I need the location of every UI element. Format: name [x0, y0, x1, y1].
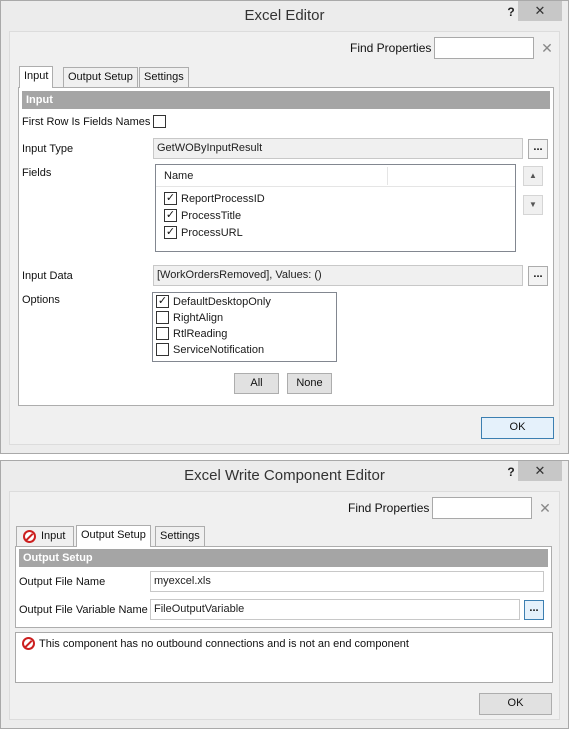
find-properties-input[interactable]: [432, 497, 532, 519]
fields-list[interactable]: Name ✓ ReportProcessID ✓ ProcessTitle ✓ …: [155, 164, 516, 252]
dialog-body: Find Properties ✕ Input Output Setup Set…: [9, 491, 560, 720]
options-label: Options: [22, 294, 60, 306]
input-tab-panel: Input First Row Is Fields Names Input Ty…: [18, 87, 554, 406]
first-row-checkbox[interactable]: [153, 115, 166, 128]
close-button[interactable]: ✕: [518, 1, 562, 21]
title-bar[interactable]: Excel Write Component Editor ? ✕: [1, 461, 568, 491]
error-message: This component has no outbound connectio…: [39, 638, 409, 650]
column-divider: [387, 167, 388, 185]
tab-output-setup[interactable]: Output Setup: [76, 525, 151, 547]
clear-icon[interactable]: ✕: [540, 41, 554, 55]
tab-input[interactable]: Input: [16, 526, 74, 547]
dialog-body: Find Properties ✕ Input Output Setup Set…: [9, 31, 560, 445]
find-properties-label: Find Properties: [348, 501, 430, 515]
find-properties-input[interactable]: [434, 37, 534, 59]
error-icon: [22, 637, 35, 650]
arrow-down-icon[interactable]: ▼: [523, 195, 543, 215]
output-file-variable-browse-button[interactable]: ...: [524, 600, 544, 620]
close-icon: ✕: [534, 3, 546, 18]
arrow-up-icon[interactable]: ▲: [523, 166, 543, 186]
tab-output-setup[interactable]: Output Setup: [63, 67, 138, 88]
option-name: RightAlign: [173, 312, 224, 324]
output-file-name-input[interactable]: myexcel.xls: [150, 571, 544, 592]
find-properties-label: Find Properties: [350, 41, 432, 55]
field-name: ProcessURL: [181, 227, 243, 239]
ok-button[interactable]: OK: [479, 693, 552, 715]
error-icon: [23, 530, 36, 543]
none-button[interactable]: None: [287, 373, 332, 394]
close-icon: ✕: [534, 463, 546, 478]
input-type-field[interactable]: GetWOByInputResult: [153, 138, 523, 159]
options-list[interactable]: ✓ DefaultDesktopOnly RightAlign RtlReadi…: [152, 292, 337, 362]
input-data-browse-button[interactable]: ...: [528, 266, 548, 286]
checkmark-icon[interactable]: ✓: [156, 295, 169, 308]
option-name: ServiceNotification: [173, 344, 265, 356]
checkmark-icon[interactable]: ✓: [164, 226, 177, 239]
window-title: Excel Write Component Editor: [184, 467, 385, 484]
fields-label: Fields: [22, 167, 52, 179]
option-name: RtlReading: [173, 328, 228, 340]
output-setup-tab-panel: Output Setup Output File Name myexcel.xl…: [15, 546, 552, 628]
tab-settings[interactable]: Settings: [155, 526, 205, 547]
input-data-label: Input Data: [22, 270, 73, 282]
tab-input-label: Input: [41, 530, 66, 542]
option-checkbox[interactable]: [156, 343, 169, 356]
excel-write-component-editor-window: Excel Write Component Editor ? ✕ Find Pr…: [0, 460, 569, 729]
input-type-label: Input Type: [22, 143, 74, 155]
input-type-browse-button[interactable]: ...: [528, 139, 548, 159]
option-checkbox[interactable]: [156, 327, 169, 340]
ok-button[interactable]: OK: [481, 417, 554, 439]
tab-input[interactable]: Input: [19, 66, 54, 88]
section-header: Output Setup: [19, 549, 548, 567]
checkmark-icon[interactable]: ✓: [164, 209, 177, 222]
field-name: ProcessTitle: [181, 210, 242, 222]
section-header: Input: [22, 91, 550, 109]
output-file-name-label: Output File Name: [19, 576, 106, 588]
excel-editor-window: Excel Editor ? ✕ Find Properties ✕ Input…: [0, 0, 569, 454]
clear-icon[interactable]: ✕: [538, 501, 552, 515]
fields-list-header: Name: [156, 165, 515, 187]
input-data-field[interactable]: [WorkOrdersRemoved], Values: (): [153, 265, 523, 286]
output-file-variable-label: Output File Variable Name: [19, 604, 148, 616]
window-title: Excel Editor: [244, 7, 325, 24]
option-name: DefaultDesktopOnly: [173, 296, 271, 308]
close-button[interactable]: ✕: [518, 461, 562, 481]
validation-message-box: This component has no outbound connectio…: [15, 632, 553, 683]
field-name: ReportProcessID: [181, 193, 265, 205]
tab-settings[interactable]: Settings: [139, 67, 189, 88]
option-checkbox[interactable]: [156, 311, 169, 324]
checkmark-icon[interactable]: ✓: [164, 192, 177, 205]
all-button[interactable]: All: [234, 373, 279, 394]
title-bar[interactable]: Excel Editor ? ✕: [1, 1, 568, 31]
output-file-variable-input[interactable]: FileOutputVariable: [150, 599, 520, 620]
name-column-header[interactable]: Name: [164, 165, 193, 187]
first-row-label: First Row Is Fields Names: [22, 116, 151, 128]
